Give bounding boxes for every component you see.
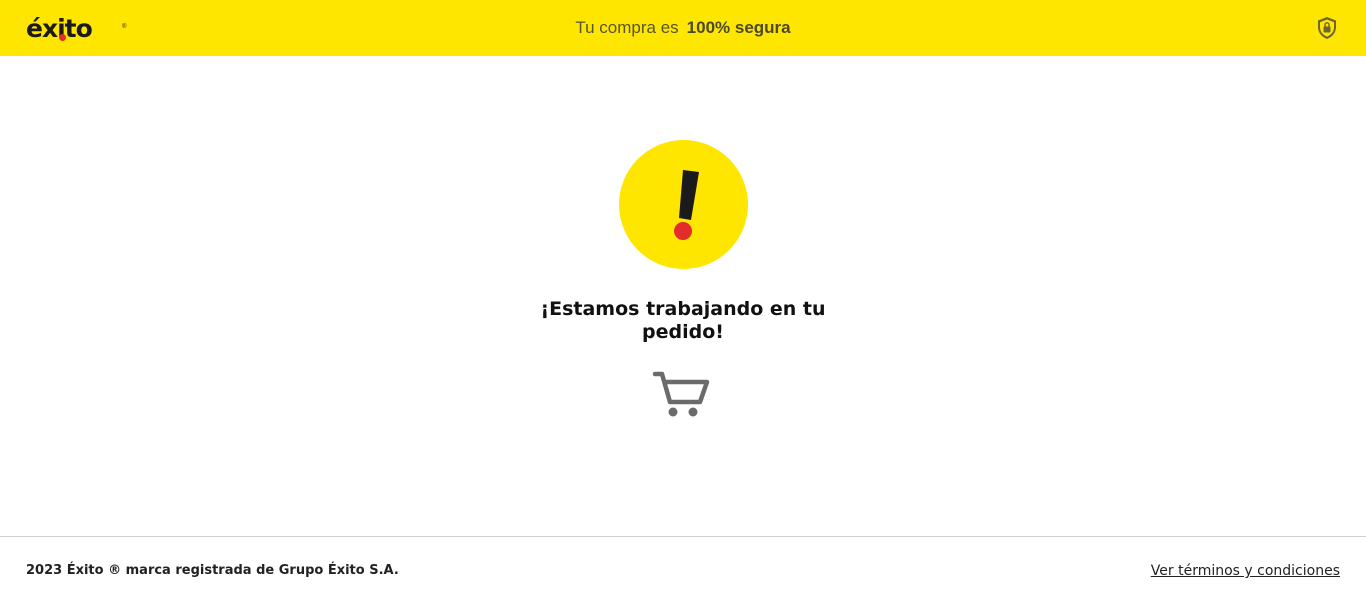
header: éxito ® Tu compra es 100% segura [0,0,1366,56]
footer-copyright: 2023 Éxito ® marca registrada de Grupo É… [26,563,399,578]
footer-divider [0,536,1366,537]
terms-link[interactable]: Ver términos y condiciones [1151,563,1340,579]
shopping-cart-icon [652,371,710,417]
secure-prefix: Tu compra es [575,18,679,37]
exclamation-icon [619,140,748,269]
secure-bold: 100% segura [686,18,791,37]
status-message: ¡Estamos trabajando en tu pedido! [533,298,833,344]
status-message-line1: ¡Estamos trabajando en tu [540,298,826,320]
secure-purchase-banner: Tu compra es 100% segura [0,0,1366,56]
shield-lock-icon [1318,17,1336,39]
main-content: ¡Estamos trabajando en tu pedido! [0,56,1366,536]
status-message-line2: pedido! [642,321,724,343]
